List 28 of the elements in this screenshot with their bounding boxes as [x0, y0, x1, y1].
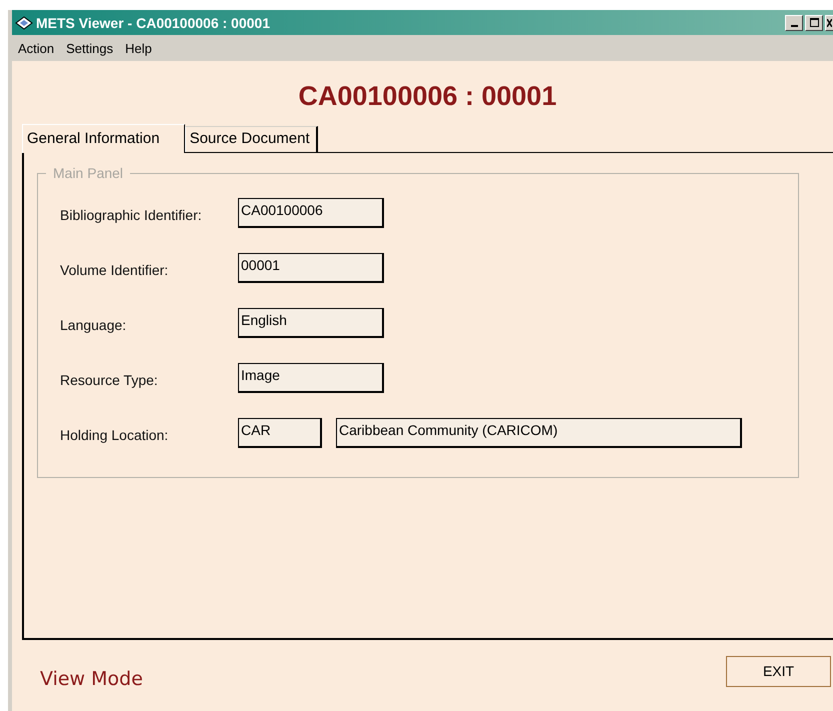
text-field[interactable]: English — [238, 308, 384, 338]
field-label: Resource Type: — [60, 371, 159, 388]
menu-item[interactable]: Help — [119, 40, 156, 56]
window-title: METS Viewer - CA00100006 : 00001 — [36, 14, 271, 30]
minimize-button[interactable] — [785, 14, 803, 30]
field-label: Language: — [60, 316, 128, 333]
menu-item[interactable]: Settings — [60, 40, 118, 56]
close-button[interactable] — [825, 14, 833, 30]
tab[interactable]: General Information — [22, 124, 185, 153]
tab[interactable]: Source Document — [184, 126, 318, 152]
field-label: Volume Identifier: — [60, 261, 170, 278]
menu-item[interactable]: Action — [12, 40, 58, 56]
exit-button[interactable]: EXIT — [726, 656, 831, 686]
text-field[interactable]: 00001 — [238, 253, 384, 283]
text-field[interactable]: CAR — [238, 418, 322, 448]
record-heading: CA00100006 : 00001 — [297, 81, 558, 112]
maximize-icon — [810, 18, 818, 27]
text-field[interactable]: Caribbean Community (CARICOM) — [336, 418, 742, 448]
close-icon — [827, 18, 832, 26]
app-icon — [15, 14, 33, 30]
field-label: Holding Location: — [60, 426, 170, 443]
field-label: Bibliographic Identifier: — [60, 206, 203, 223]
minimize-icon — [790, 24, 798, 26]
text-field[interactable]: CA00100006 — [238, 198, 384, 228]
status-text: View Mode — [40, 667, 143, 690]
group-title: Main Panel — [46, 165, 130, 181]
maximize-button[interactable] — [805, 14, 823, 30]
text-field[interactable]: Image — [238, 363, 384, 393]
